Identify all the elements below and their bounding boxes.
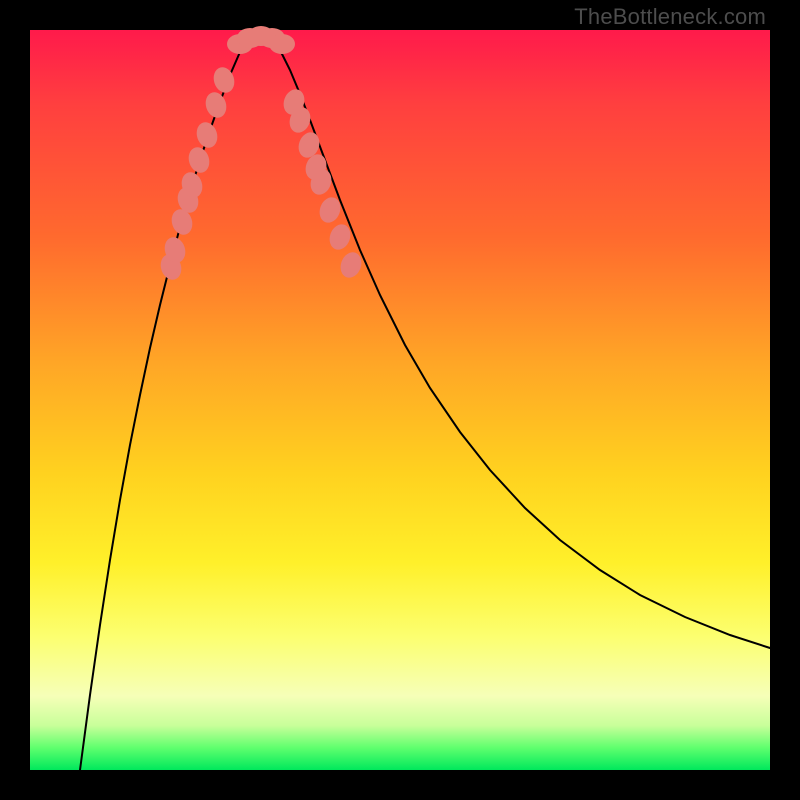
bead [337, 249, 365, 280]
chart-frame: TheBottleneck.com [0, 0, 800, 800]
bead [269, 34, 295, 54]
watermark-text: TheBottleneck.com [574, 4, 766, 30]
bead [202, 90, 229, 121]
bead-group [157, 26, 364, 282]
curve-right-branch [275, 42, 770, 648]
chart-overlay [30, 30, 770, 770]
bead [185, 145, 212, 176]
curve-left-branch [80, 42, 245, 770]
bead [193, 120, 220, 151]
